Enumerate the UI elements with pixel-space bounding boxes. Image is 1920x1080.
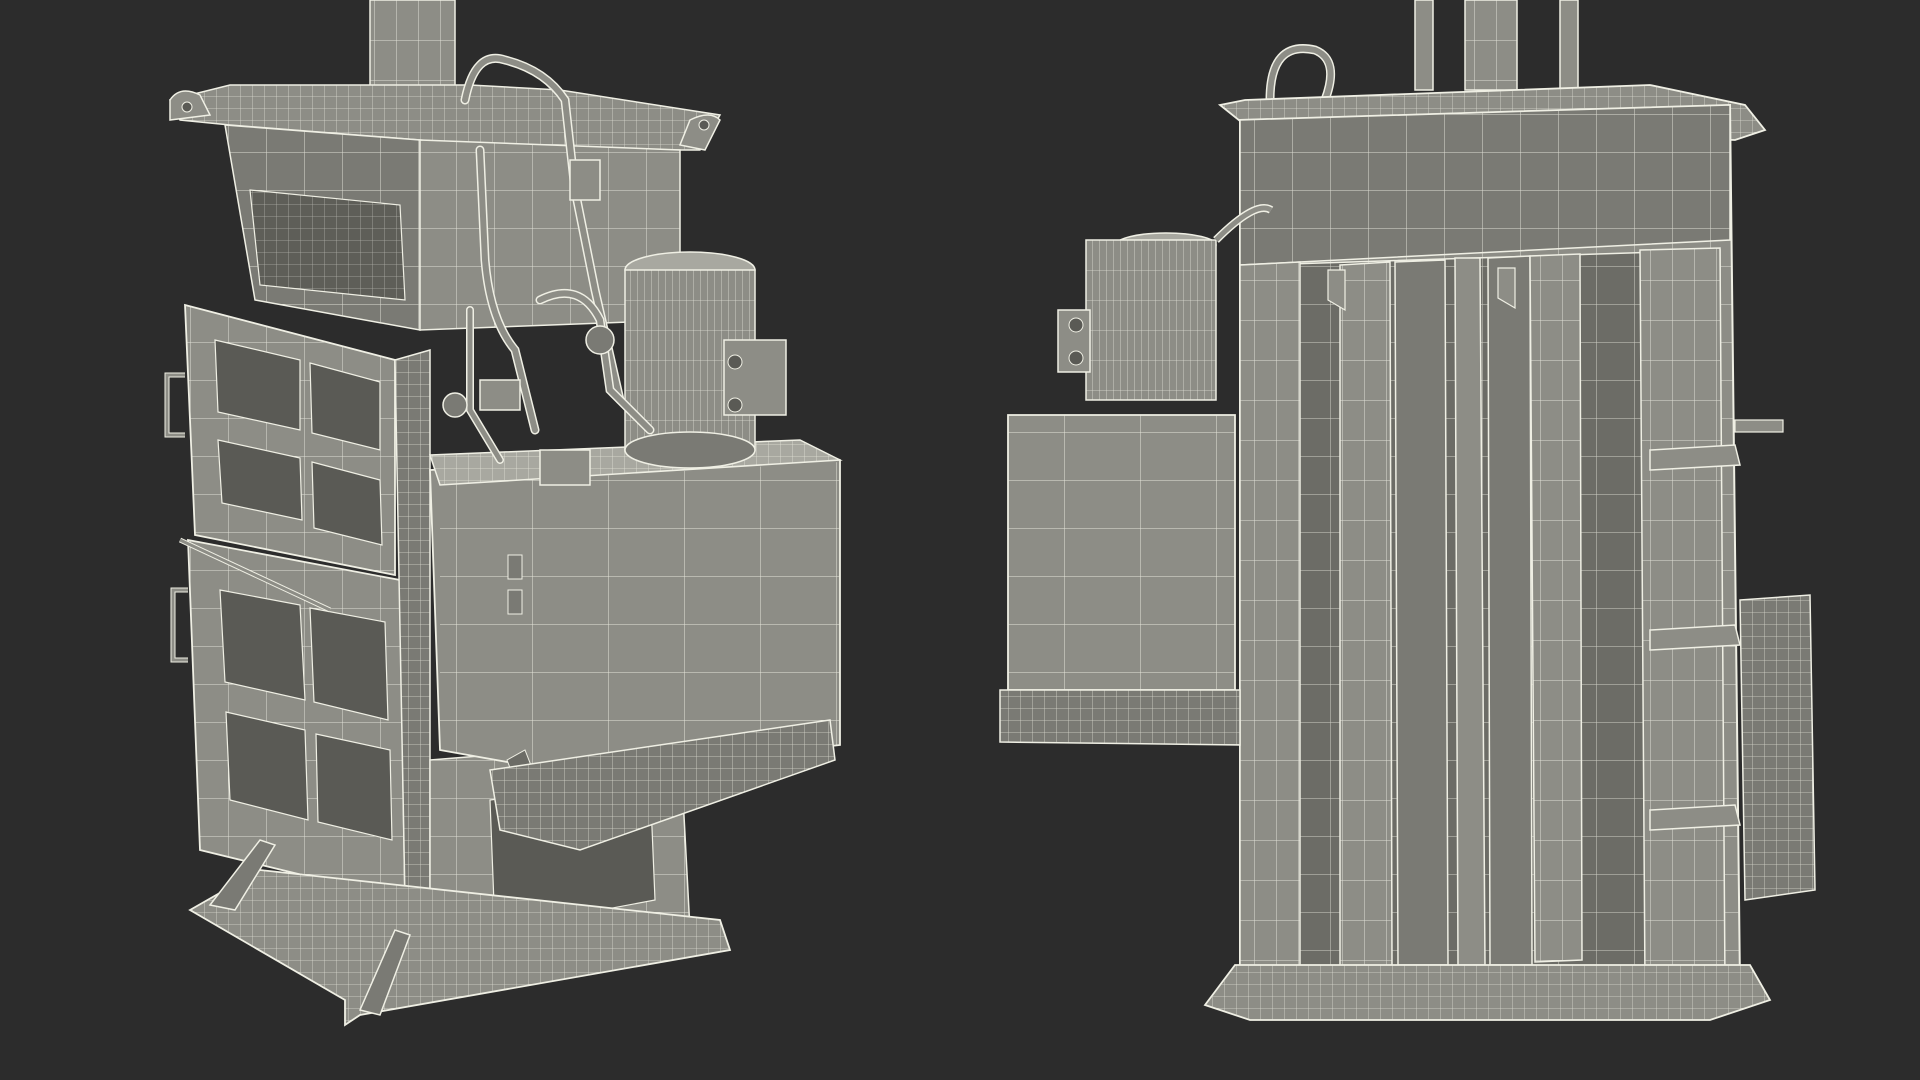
valve-knob — [585, 325, 615, 355]
valve-block — [479, 379, 521, 411]
baler-rear-view — [999, 0, 1816, 1021]
door-handle-upper — [164, 372, 185, 438]
baler-front-view — [164, 0, 843, 1027]
scene-svg — [164, 0, 1816, 1027]
pump-coupling — [539, 449, 591, 486]
pressure-gauge — [442, 392, 468, 418]
render-viewport — [0, 0, 1920, 1080]
door-handle-lower — [170, 587, 188, 663]
